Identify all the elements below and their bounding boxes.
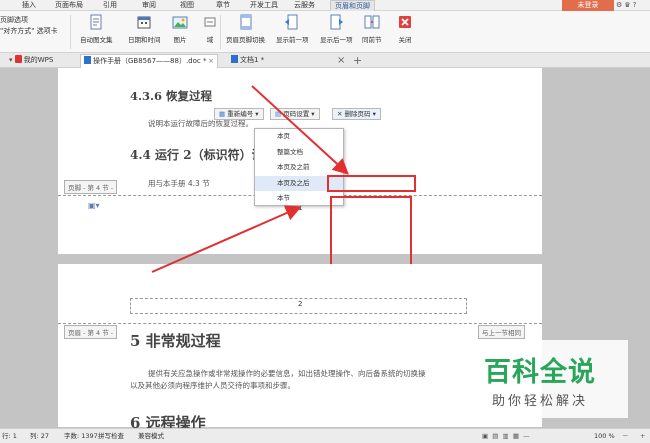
zoom-level[interactable]: 100 % [594,429,615,443]
view-mode-icons[interactable]: ▣ ▤ ▥ ▦ — [482,429,530,443]
zoom-out-icon[interactable]: － [622,429,629,443]
arrow-to-page-number [151,205,302,273]
watermark: 百科全说 助你轻松解决 [472,340,628,418]
watermark-main-text: 百科全说 [484,357,596,388]
watermark-sub-text: 助你轻松解决 [492,394,589,409]
status-row: 行: 1 [2,432,17,440]
status-col: 列: 27 [30,432,50,440]
zoom-in-icon[interactable]: + [640,429,645,443]
status-bar: 行: 1 列: 27 字数: 1397 拼写检查 兼容模式 ▣ ▤ ▥ ▦ — … [0,428,650,443]
status-word-count[interactable]: 字数: 1397 [64,429,98,443]
arrow-to-delete-button [251,85,349,175]
spell-check-toggle[interactable]: 拼写检查 [98,429,124,443]
status-compat-mode: 兼容模式 [138,432,164,440]
